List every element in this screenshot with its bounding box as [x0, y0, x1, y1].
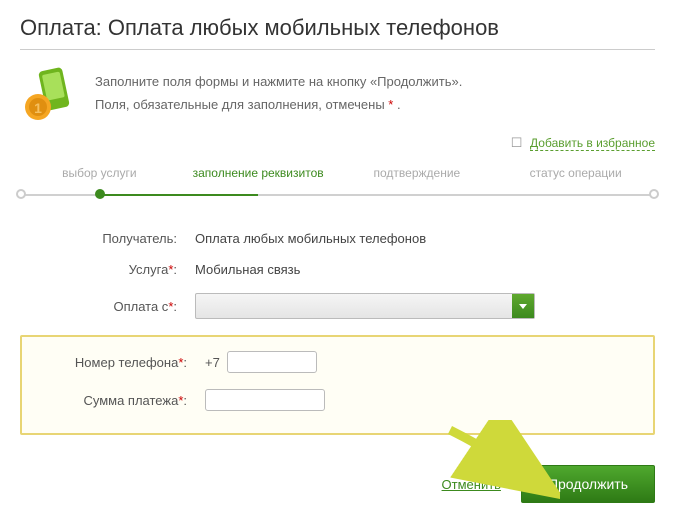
service-value: Мобильная связь [195, 262, 300, 277]
chevron-down-icon [512, 294, 534, 318]
payfrom-label: Оплата с*: [20, 299, 195, 314]
amount-label: Сумма платежа*: [30, 393, 205, 408]
page-title: Оплата: Оплата любых мобильных телефонов [20, 15, 655, 50]
step-2: заполнение реквизитов [179, 166, 338, 180]
intro-line1: Заполните поля формы и нажмите на кнопку… [95, 70, 462, 93]
step-1: выбор услуги [20, 166, 179, 180]
phone-input[interactable] [227, 351, 317, 373]
progress-steps: выбор услуги заполнение реквизитов подтв… [20, 166, 655, 206]
recipient-label: Получатель: [20, 231, 195, 246]
service-label: Услуга*: [20, 262, 195, 277]
step-3: подтверждение [338, 166, 497, 180]
payfrom-select[interactable] [195, 293, 535, 319]
bookmark-icon: ☐ [511, 135, 523, 151]
highlighted-fields: Номер телефона*: +7 Сумма платежа*: [20, 335, 655, 435]
phone-label: Номер телефона*: [30, 355, 205, 370]
payment-form: Получатель: Оплата любых мобильных телеф… [20, 231, 655, 503]
phone-prefix: +7 [205, 355, 220, 370]
amount-input[interactable] [205, 389, 325, 411]
intro-block: 1 Заполните поля формы и нажмите на кноп… [20, 65, 655, 125]
continue-button[interactable]: Продолжить [521, 465, 655, 503]
add-favorites-link[interactable]: Добавить в избранное [530, 136, 655, 151]
intro-line2: Поля, обязательные для заполнения, отмеч… [95, 93, 462, 116]
phone-coin-icon: 1 [20, 65, 80, 125]
step-4: статус операции [496, 166, 655, 180]
recipient-value: Оплата любых мобильных телефонов [195, 231, 426, 246]
cancel-link[interactable]: Отменить [442, 477, 501, 492]
svg-text:1: 1 [34, 100, 42, 116]
